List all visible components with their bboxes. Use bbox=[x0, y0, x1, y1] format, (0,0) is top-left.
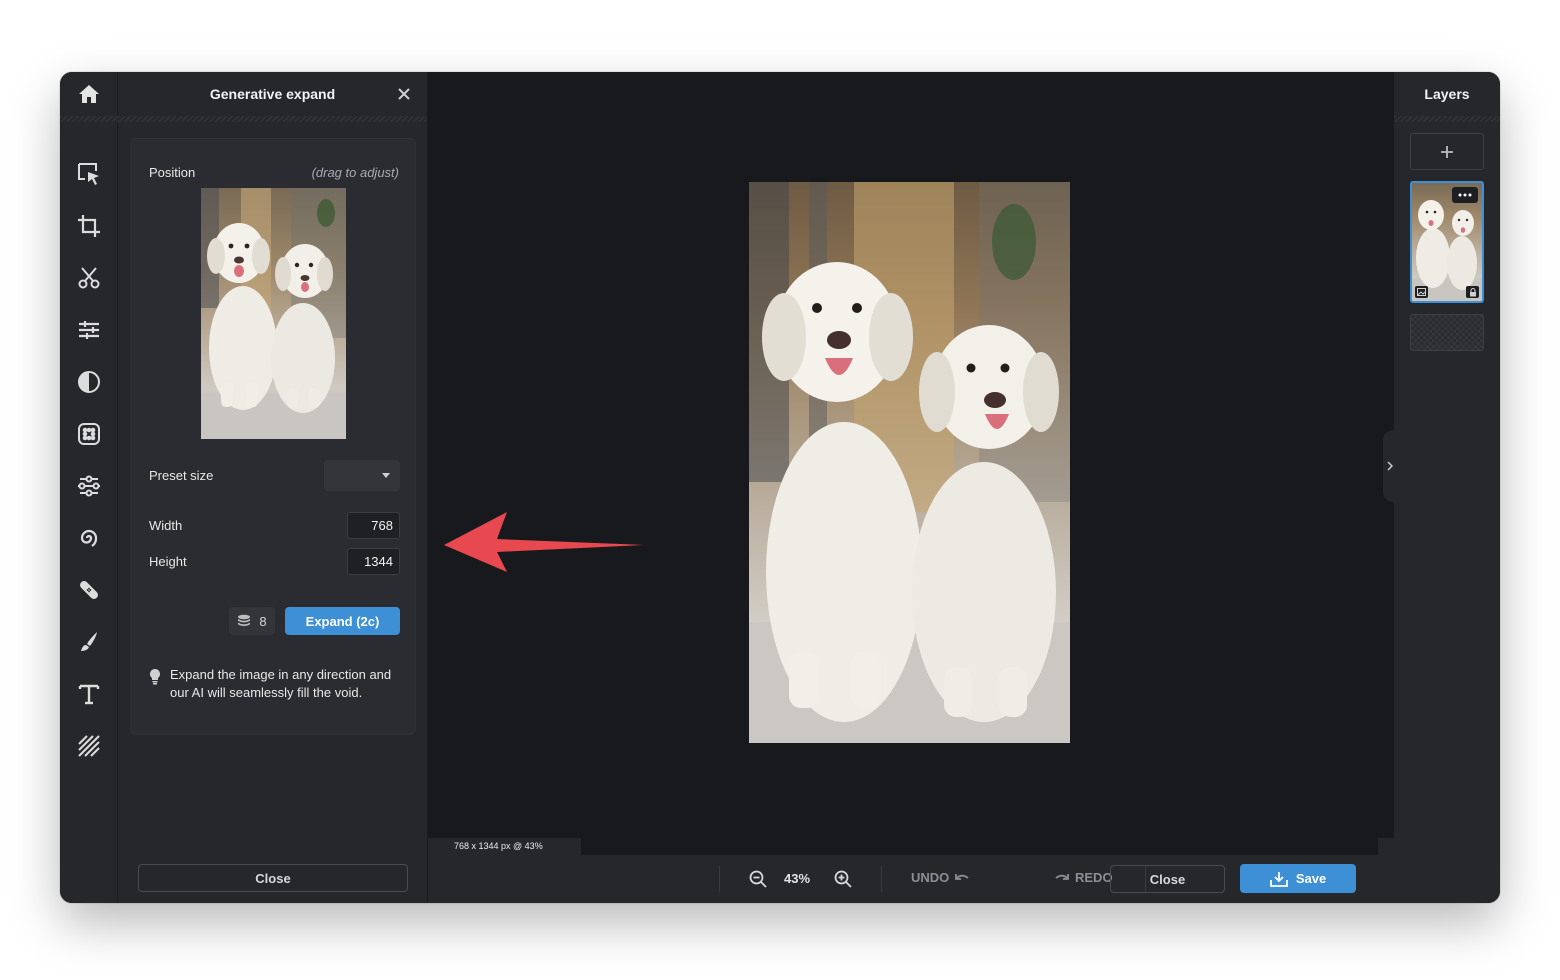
crop-icon[interactable] bbox=[73, 210, 105, 242]
zoom-out-icon[interactable] bbox=[748, 869, 768, 889]
cut-icon[interactable] bbox=[73, 262, 105, 294]
chevron-down-icon bbox=[382, 473, 390, 478]
effects-icon[interactable] bbox=[73, 470, 105, 502]
empty-layer-slot[interactable] bbox=[1410, 314, 1484, 351]
height-input[interactable]: 1344 bbox=[347, 548, 400, 575]
filter-icon[interactable] bbox=[73, 418, 105, 450]
text-icon[interactable] bbox=[73, 678, 105, 710]
panel-title: Generative expand bbox=[209, 86, 336, 102]
more-options-icon[interactable] bbox=[1452, 187, 1478, 203]
divider bbox=[881, 866, 882, 892]
layers-title: Layers bbox=[1424, 86, 1470, 102]
preset-size-select[interactable] bbox=[324, 460, 400, 491]
position-label: Position bbox=[149, 165, 196, 180]
width-input[interactable]: 768 bbox=[347, 512, 400, 539]
pattern-icon[interactable] bbox=[73, 730, 105, 762]
layers-divider bbox=[1394, 116, 1500, 122]
plus-icon bbox=[1441, 145, 1453, 158]
chevron-right-icon bbox=[1387, 461, 1393, 471]
lightbulb-icon bbox=[150, 669, 160, 685]
liquify-icon[interactable] bbox=[73, 522, 105, 554]
width-label: Width bbox=[149, 518, 183, 533]
adjust-icon[interactable] bbox=[73, 314, 105, 346]
panel-divider bbox=[118, 116, 427, 122]
expand-settings-card: Position (drag to adjust) Preset size Wi… bbox=[130, 138, 416, 735]
position-preview[interactable] bbox=[201, 188, 346, 439]
redo-label: REDO bbox=[1075, 870, 1113, 885]
zoom-in-icon[interactable] bbox=[833, 869, 853, 889]
tool-rail bbox=[60, 72, 118, 903]
close-button[interactable]: Close bbox=[1110, 865, 1225, 893]
contrast-icon[interactable] bbox=[73, 366, 105, 398]
brush-icon[interactable] bbox=[73, 626, 105, 658]
tip: Expand the image in any direction and ou… bbox=[149, 666, 401, 701]
layer-item[interactable] bbox=[1410, 181, 1484, 303]
download-icon bbox=[1269, 871, 1288, 887]
image-icon bbox=[1415, 286, 1428, 298]
preset-size-label: Preset size bbox=[149, 468, 214, 483]
lock-icon[interactable] bbox=[1466, 286, 1479, 298]
undo-button[interactable]: UNDO bbox=[911, 870, 970, 885]
panel-close-button[interactable]: Close bbox=[138, 864, 408, 892]
credits-badge: 8 bbox=[229, 607, 275, 635]
select-icon[interactable] bbox=[73, 158, 105, 190]
save-label: Save bbox=[1295, 871, 1327, 886]
credits-count: 8 bbox=[259, 613, 267, 629]
tip-text: Expand the image in any direction and ou… bbox=[170, 667, 392, 700]
bottom-toolbar: 43% UNDO REDO Close Save bbox=[428, 855, 1394, 903]
status-corner bbox=[1378, 838, 1394, 855]
panel-header: Generative expand bbox=[118, 72, 427, 116]
save-button[interactable]: Save bbox=[1240, 864, 1356, 893]
home-icon[interactable] bbox=[60, 72, 118, 116]
redo-button[interactable]: REDO bbox=[1054, 870, 1113, 885]
expand-button[interactable]: Expand (2c) bbox=[285, 607, 400, 635]
close-icon[interactable] bbox=[395, 85, 413, 103]
undo-icon bbox=[955, 873, 969, 880]
canvas-image[interactable] bbox=[749, 182, 1070, 743]
heal-icon[interactable] bbox=[73, 574, 105, 606]
rail-divider bbox=[60, 116, 118, 122]
zoom-level: 43% bbox=[784, 871, 811, 886]
layers-panel: Layers bbox=[1394, 72, 1500, 903]
editor-window: Generative expand Position (drag to adju… bbox=[60, 72, 1500, 903]
height-label: Height bbox=[149, 554, 187, 569]
arrow-annotation bbox=[444, 512, 644, 572]
undo-label: UNDO bbox=[911, 870, 950, 885]
add-layer-button[interactable] bbox=[1410, 133, 1484, 170]
canvas-area[interactable]: 768 x 1344 px @ 43% bbox=[428, 72, 1394, 855]
generative-expand-panel: Generative expand Position (drag to adju… bbox=[118, 72, 428, 903]
redo-icon bbox=[1055, 873, 1069, 880]
coins-icon bbox=[238, 614, 251, 627]
drag-hint: (drag to adjust) bbox=[311, 165, 399, 180]
canvas-status: 768 x 1344 px @ 43% bbox=[428, 838, 581, 855]
divider bbox=[719, 866, 720, 892]
